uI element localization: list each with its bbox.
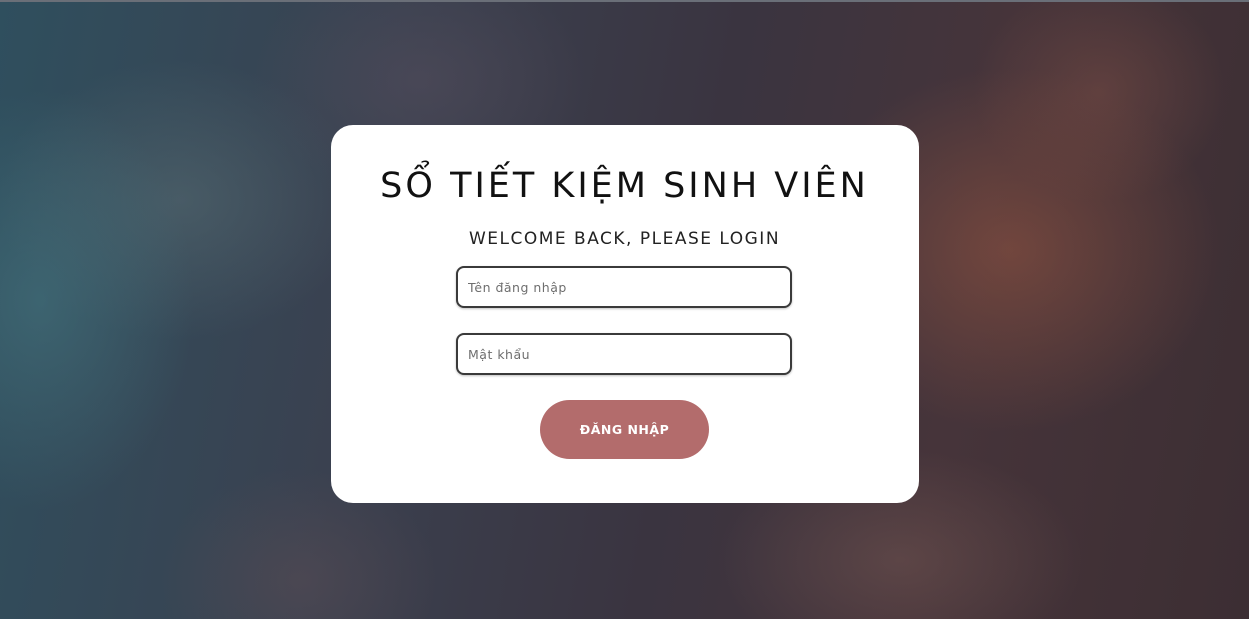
login-subtitle: WELCOME BACK, PLEASE LOGIN [468, 229, 781, 249]
login-button[interactable]: ĐĂNG NHẬP [540, 400, 709, 459]
app-title: SỔ TIẾT KIỆM SINH VIÊN [380, 166, 869, 206]
username-input[interactable] [456, 266, 792, 308]
top-border [0, 0, 1249, 2]
login-page: { "login": { "title": "SỔ TIẾT KIỆM SINH… [0, 0, 1249, 619]
password-input[interactable] [456, 333, 792, 375]
